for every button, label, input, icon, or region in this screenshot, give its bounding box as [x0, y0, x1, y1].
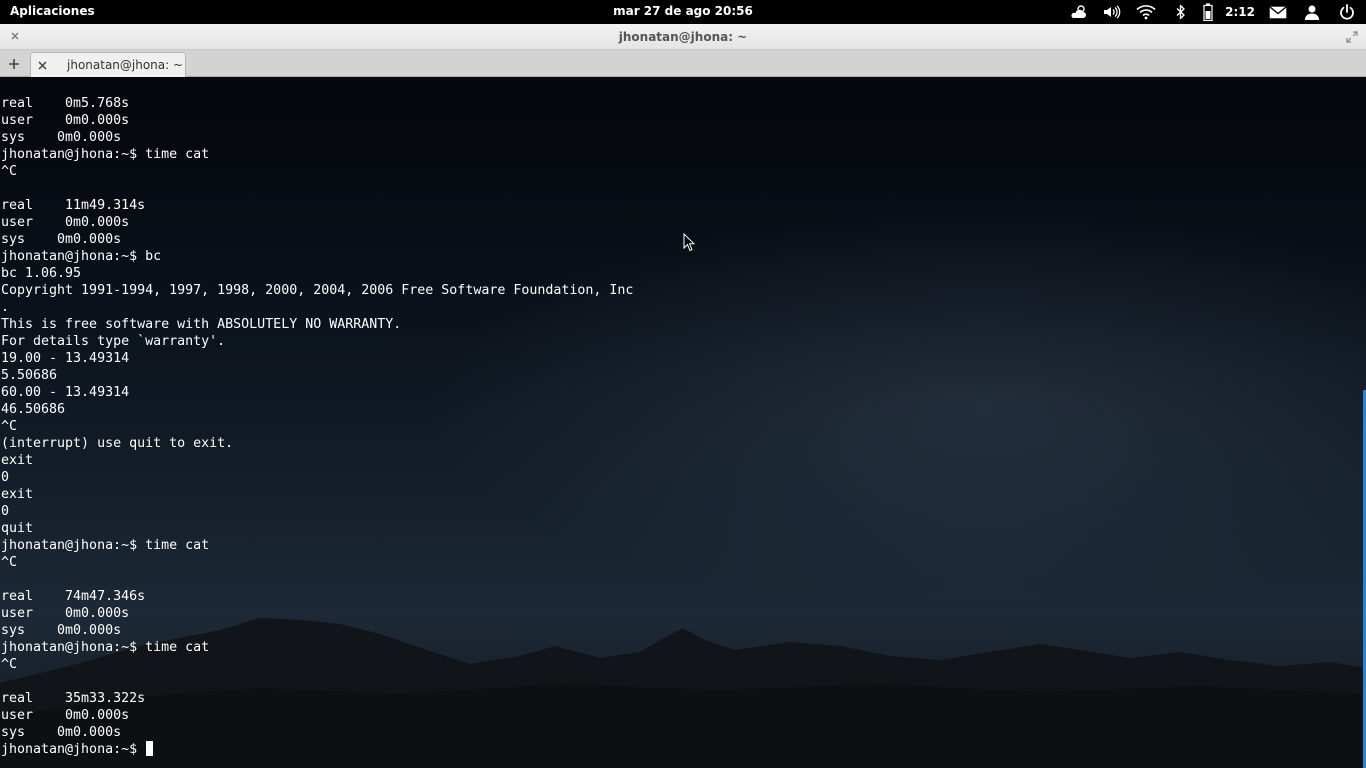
window-maximize-button[interactable]	[1346, 30, 1358, 43]
terminal-line: jhonatan@jhona:~$ time cat	[1, 538, 210, 553]
battery-icon[interactable]	[1197, 0, 1219, 24]
terminal-line: user 0m0.000s	[1, 708, 130, 723]
terminal-line: quit	[1, 521, 34, 536]
terminal-line: user 0m0.000s	[1, 113, 130, 128]
terminal-line: This is free software with ABSOLUTELY NO…	[1, 317, 402, 332]
terminal-line: ^C	[1, 419, 18, 434]
terminal-line: real 11m49.314s	[1, 198, 146, 213]
terminal-line: Copyright 1991-1994, 1997, 1998, 2000, 2…	[1, 283, 634, 298]
terminal-line: 60.00 - 13.49314	[1, 385, 130, 400]
terminal-line: 0	[1, 470, 10, 485]
window-title: jhonatan@jhona: ~	[618, 30, 748, 44]
power-icon[interactable]	[1328, 0, 1366, 24]
mouse-pointer-icon	[683, 233, 695, 252]
terminal-line: sys 0m0.000s	[1, 130, 122, 145]
terminal-view[interactable]: real 0m5.768s user 0m0.000s sys 0m0.000s jh…	[0, 77, 1366, 768]
terminal-line: real 0m5.768s	[1, 96, 130, 111]
terminal-line: .	[1, 300, 10, 315]
volume-icon[interactable]	[1095, 0, 1128, 24]
mail-icon[interactable]	[1261, 0, 1295, 24]
terminal-line: ^C	[1, 657, 18, 672]
terminal-prompt: jhonatan@jhona:~$	[1, 742, 146, 757]
terminal-line: real 35m33.322s	[1, 691, 146, 706]
terminal-line: (interrupt) use quit to exit.	[1, 436, 234, 451]
terminal-line: ^C	[1, 555, 18, 570]
terminal-line: jhonatan@jhona:~$ bc	[1, 249, 162, 264]
weather-icon[interactable]	[1063, 0, 1095, 24]
terminal-line: 19.00 - 13.49314	[1, 351, 130, 366]
plus-icon	[9, 59, 19, 69]
terminal-line: 0	[1, 504, 10, 519]
terminal-line: exit	[1, 453, 34, 468]
terminal-line: sys 0m0.000s	[1, 623, 122, 638]
window-titlebar[interactable]: jhonatan@jhona: ~	[0, 24, 1366, 50]
tab-bar: jhonatan@jhona: ~	[0, 50, 1366, 77]
tab-label: jhonatan@jhona: ~	[67, 58, 184, 72]
datetime-indicator[interactable]: mar 27 de ago 20:56	[613, 4, 753, 18]
terminal-line: sys 0m0.000s	[1, 232, 122, 247]
terminal-output: real 0m5.768s user 0m0.000s sys 0m0.000s jh…	[1, 95, 633, 758]
top-panel: Aplicaciones mar 27 de ago 20:56 2:12	[0, 0, 1366, 24]
bluetooth-icon[interactable]	[1164, 0, 1197, 24]
terminal-line: exit	[1, 487, 34, 502]
indicator-area: 2:12	[1063, 0, 1366, 24]
tab-terminal[interactable]: jhonatan@jhona: ~	[30, 52, 186, 77]
terminal-line: sys 0m0.000s	[1, 725, 122, 740]
terminal-line: For details type `warranty'.	[1, 334, 226, 349]
maximize-icon	[1346, 31, 1358, 43]
terminal-line: 46.50686	[1, 402, 66, 417]
terminal-line: user 0m0.000s	[1, 606, 130, 621]
terminal-line: jhonatan@jhona:~$ time cat	[1, 640, 210, 655]
terminal-line: jhonatan@jhona:~$ time cat	[1, 147, 210, 162]
applications-menu[interactable]: Aplicaciones	[10, 4, 95, 18]
terminal-line: real 74m47.346s	[1, 589, 146, 604]
terminal-line: user 0m0.000s	[1, 215, 130, 230]
tab-close-button[interactable]	[35, 58, 49, 72]
user-icon[interactable]	[1295, 0, 1328, 24]
text-cursor	[146, 741, 154, 756]
terminal-line: bc 1.06.95	[1, 266, 82, 281]
terminal-line: ^C	[1, 164, 18, 179]
new-tab-button[interactable]	[4, 54, 24, 74]
terminal-line: 5.50686	[1, 368, 58, 383]
close-icon	[37, 60, 47, 70]
wifi-icon[interactable]	[1128, 0, 1164, 24]
battery-time[interactable]: 2:12	[1219, 0, 1261, 24]
terminal-prompt-line[interactable]: jhonatan@jhona:~$	[1, 741, 633, 758]
